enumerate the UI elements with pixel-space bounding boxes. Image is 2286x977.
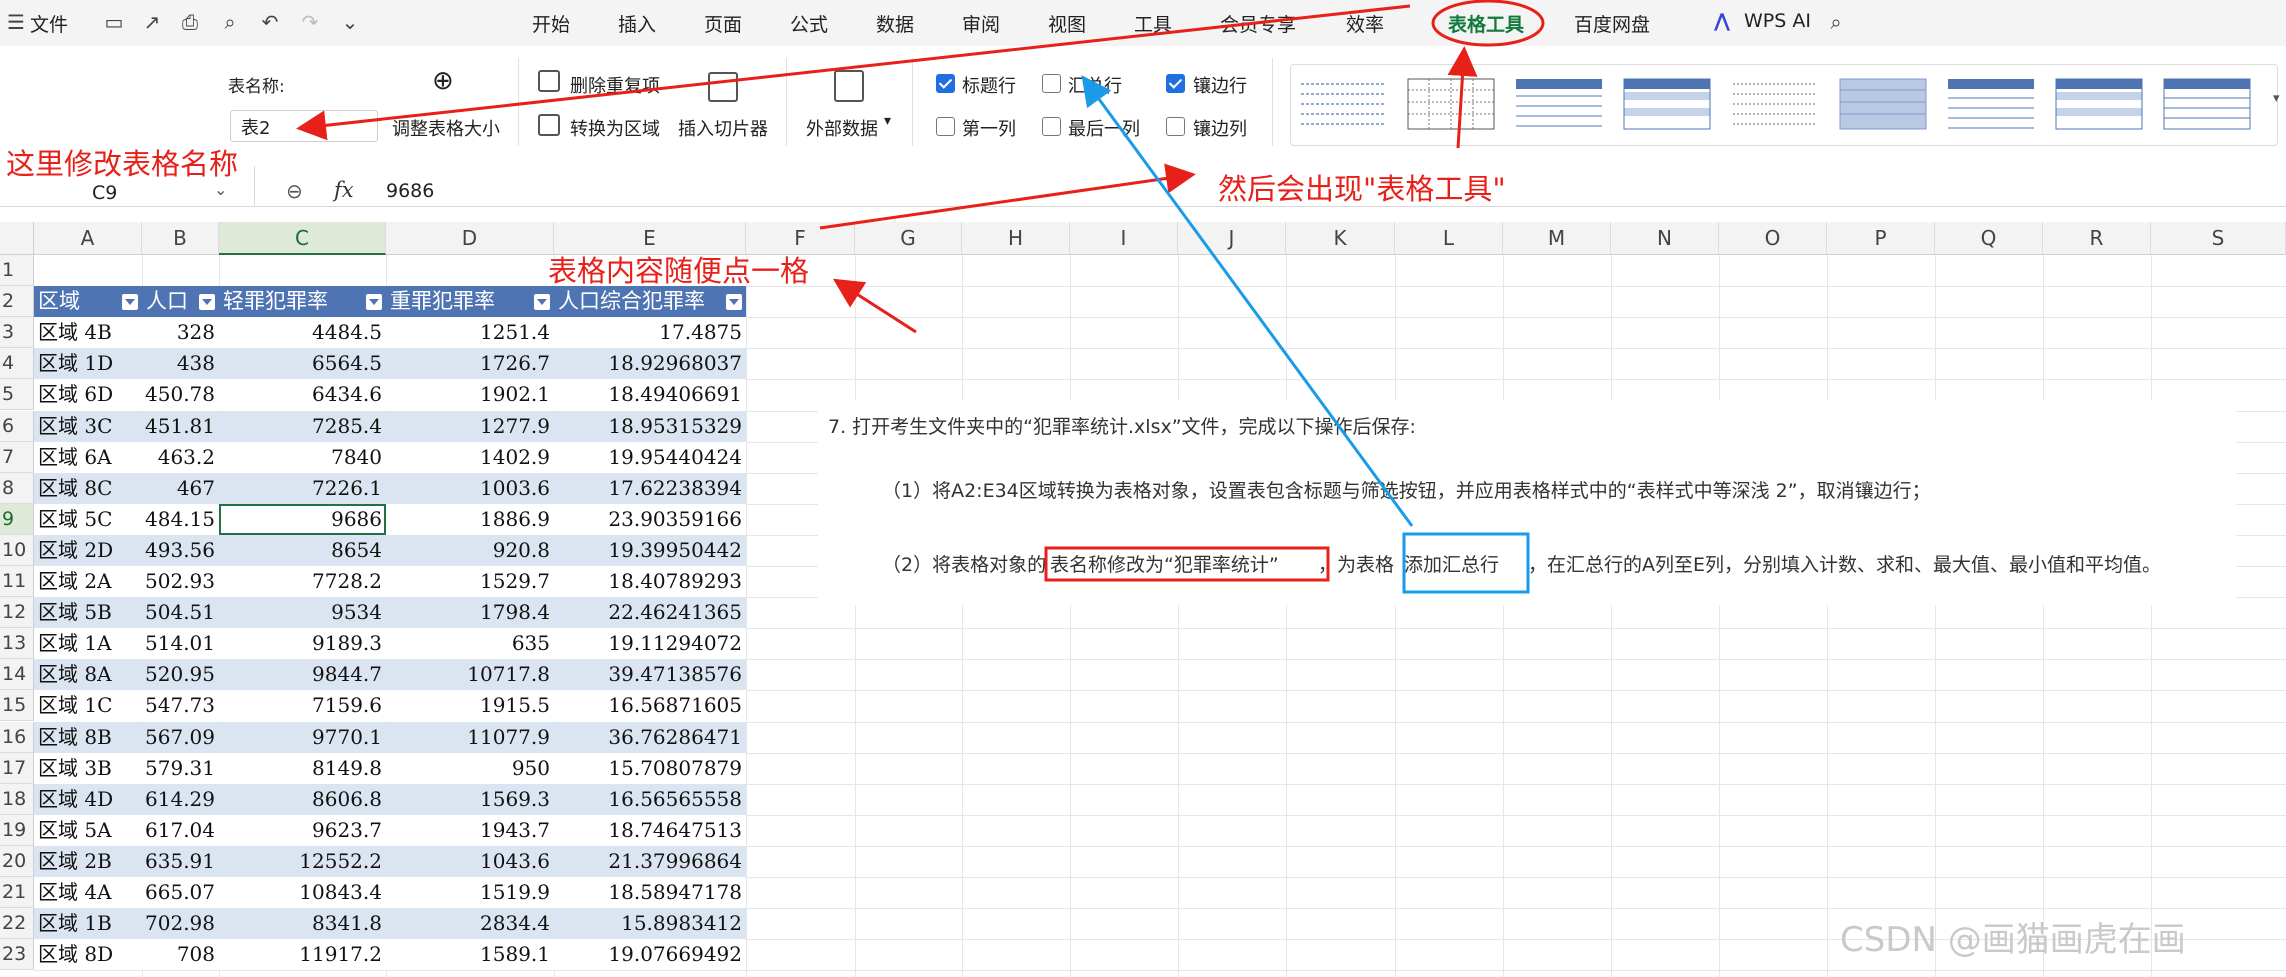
watermark: CSDN @画猫画虎在画 [1840, 920, 2186, 960]
arrow-to-table-tools [1447, 46, 1478, 149]
arrow-to-total-row-checkbox [1081, 75, 1414, 527]
arrow-to-annotation [819, 163, 1196, 230]
arrow-to-table-name [296, 4, 1411, 141]
annotation-overlay [296, 0, 1545, 594]
arrow-to-cell-hint [832, 278, 917, 334]
highlight-table-tools-ellipse [1431, 0, 1545, 47]
highlight-rename-instruction [1044, 546, 1330, 582]
highlight-add-total-row-instruction [1402, 532, 1530, 594]
